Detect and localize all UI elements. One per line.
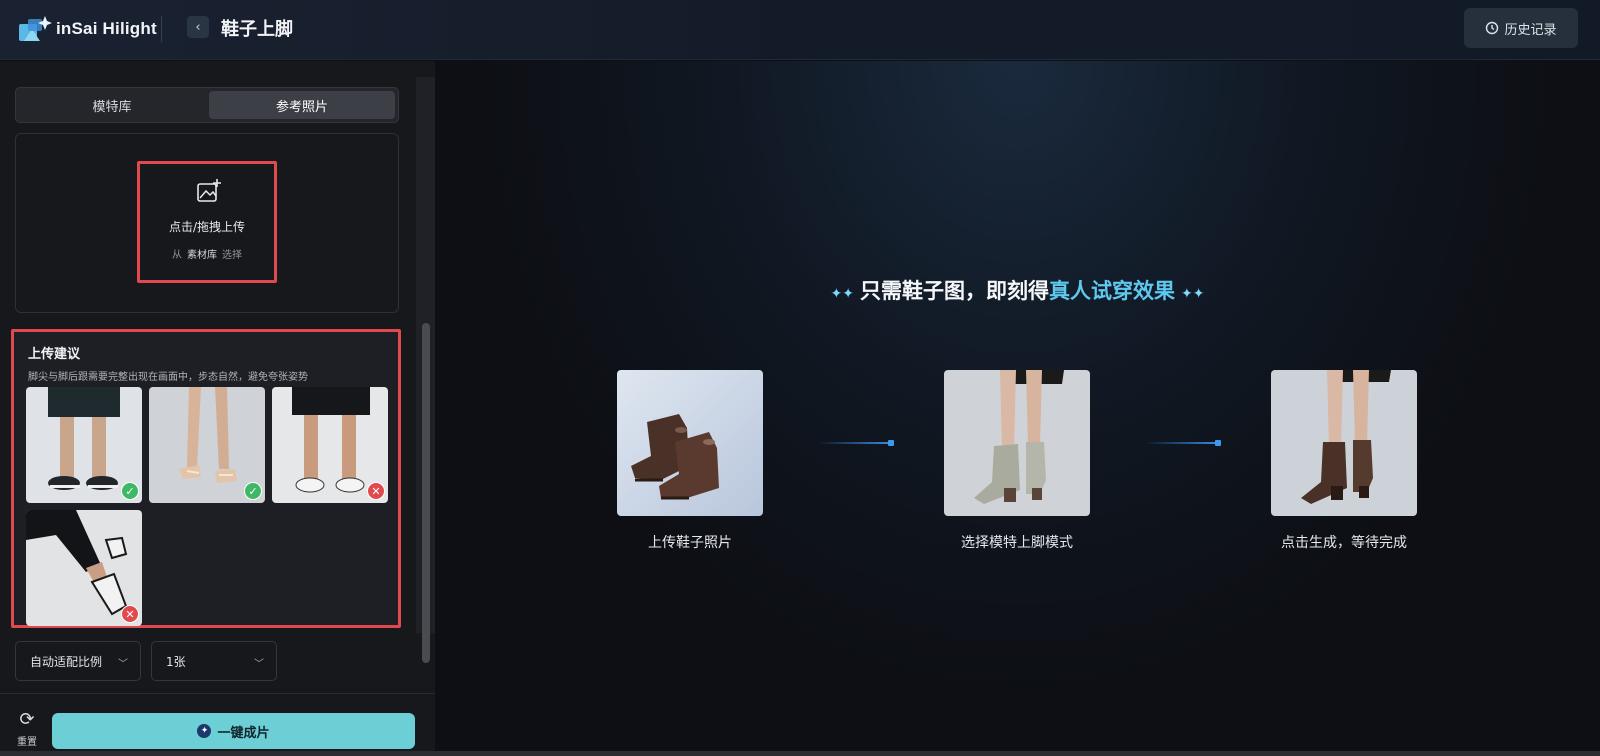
approved-check-icon: ✓ bbox=[244, 482, 262, 500]
tab-reference-photo[interactable]: 参考照片 bbox=[209, 91, 395, 119]
logo-icon bbox=[19, 16, 52, 41]
top-header: inSai Hilight ‹ 鞋子上脚 历史记录 bbox=[0, 0, 1600, 60]
back-button[interactable]: ‹ bbox=[187, 16, 209, 38]
upload-source-hint: 从素材库 选择 bbox=[140, 246, 274, 261]
tab-model-library[interactable]: 模特库 bbox=[19, 91, 205, 119]
sample-image-3: ✕ bbox=[272, 387, 388, 503]
sparkle-left-icon: ✦✦ bbox=[830, 286, 854, 302]
image-add-icon bbox=[197, 179, 221, 202]
step-3-caption: 点击生成，等待完成 bbox=[1281, 535, 1407, 551]
material-library-link[interactable]: 素材库 bbox=[187, 250, 217, 261]
aspect-ratio-select[interactable]: 自动适配比例 ﹀ bbox=[15, 641, 141, 681]
sample-image-1: ✓ bbox=[26, 387, 142, 503]
reset-label: 重置 bbox=[17, 737, 37, 748]
source-tabs: 模特库 参考照片 bbox=[15, 87, 399, 123]
sparkle-icon: ✦ bbox=[197, 724, 212, 738]
step-2-caption: 选择模特上脚模式 bbox=[961, 535, 1073, 551]
upload-sub-suffix: 选择 bbox=[222, 250, 242, 261]
step-1-caption: 上传鞋子照片 bbox=[648, 535, 732, 551]
left-panel: 模特库 参考照片 点击/拖拽上传 从素材库 选择 上传建议 脚尖与脚后跟需要完整出… bbox=[0, 61, 435, 756]
chevron-down-icon: ﹀ bbox=[254, 659, 264, 670]
step-upload-shoes: 上传鞋子照片 bbox=[617, 370, 763, 552]
step-1-image bbox=[617, 370, 763, 516]
generate-button[interactable]: ✦ 一键成片 bbox=[52, 713, 415, 749]
history-clock-icon bbox=[1486, 21, 1499, 35]
step-3-image bbox=[1271, 370, 1417, 516]
bottom-scrollbar[interactable] bbox=[0, 751, 1600, 756]
step-2-image bbox=[944, 370, 1090, 516]
sample-image-4: ✕ bbox=[26, 510, 142, 626]
main-canvas: ✦✦ 只需鞋子图，即刻得真人试穿效果 ✦✦ 上传鞋子照片 选择模特上脚模式 点击… bbox=[435, 61, 1600, 751]
header-divider bbox=[161, 16, 162, 42]
generate-label: 一键成片 bbox=[217, 725, 270, 741]
footer-divider bbox=[0, 693, 435, 694]
image-count-value: 1张 bbox=[166, 654, 186, 669]
scrollbar-thumb[interactable] bbox=[422, 323, 430, 663]
hero-highlight: 真人试穿效果 bbox=[1049, 279, 1175, 303]
aspect-ratio-value: 自动适配比例 bbox=[30, 654, 103, 669]
history-button[interactable]: 历史记录 bbox=[1464, 8, 1578, 48]
step-generate: 点击生成，等待完成 bbox=[1271, 370, 1417, 552]
rejected-x-icon: ✕ bbox=[367, 482, 385, 500]
approved-check-icon: ✓ bbox=[121, 482, 139, 500]
tips-description: 脚尖与脚后跟需要完整出现在画面中，步态自然，避免夸张姿势 bbox=[28, 372, 308, 383]
page-title: 鞋子上脚 bbox=[221, 19, 293, 40]
sparkle-right-icon: ✦✦ bbox=[1181, 286, 1205, 302]
tips-title: 上传建议 bbox=[28, 347, 81, 362]
chevron-left-icon: ‹ bbox=[195, 19, 201, 35]
upload-label: 点击/拖拽上传 bbox=[168, 220, 246, 234]
sample-image-2: ✓ bbox=[149, 387, 265, 503]
step-connector-2 bbox=[1145, 440, 1221, 446]
logo-text: inSai Hilight bbox=[56, 19, 157, 38]
reset-button[interactable]: ⟳ 重置 bbox=[12, 709, 42, 749]
rejected-x-icon: ✕ bbox=[121, 605, 139, 623]
app-logo[interactable]: inSai Hilight bbox=[18, 14, 157, 44]
history-label: 历史记录 bbox=[1504, 22, 1557, 38]
upload-tips-panel: 上传建议 脚尖与脚后跟需要完整出现在画面中，步态自然，避免夸张姿势 ✓ ✓ ✕ … bbox=[11, 329, 401, 628]
hero-headline: ✦✦ 只需鞋子图，即刻得真人试穿效果 ✦✦ bbox=[435, 275, 1600, 305]
refresh-icon: ⟳ bbox=[19, 709, 35, 730]
upload-dropzone[interactable]: 点击/拖拽上传 从素材库 选择 bbox=[137, 161, 277, 283]
step-select-mode: 选择模特上脚模式 bbox=[944, 370, 1090, 552]
image-count-select[interactable]: 1张 ﹀ bbox=[151, 641, 277, 681]
step-connector-1 bbox=[818, 440, 894, 446]
chevron-down-icon: ﹀ bbox=[118, 659, 128, 670]
hero-prefix: 只需鞋子图，即刻得 bbox=[860, 279, 1049, 303]
upload-sub-prefix: 从 bbox=[172, 250, 182, 261]
